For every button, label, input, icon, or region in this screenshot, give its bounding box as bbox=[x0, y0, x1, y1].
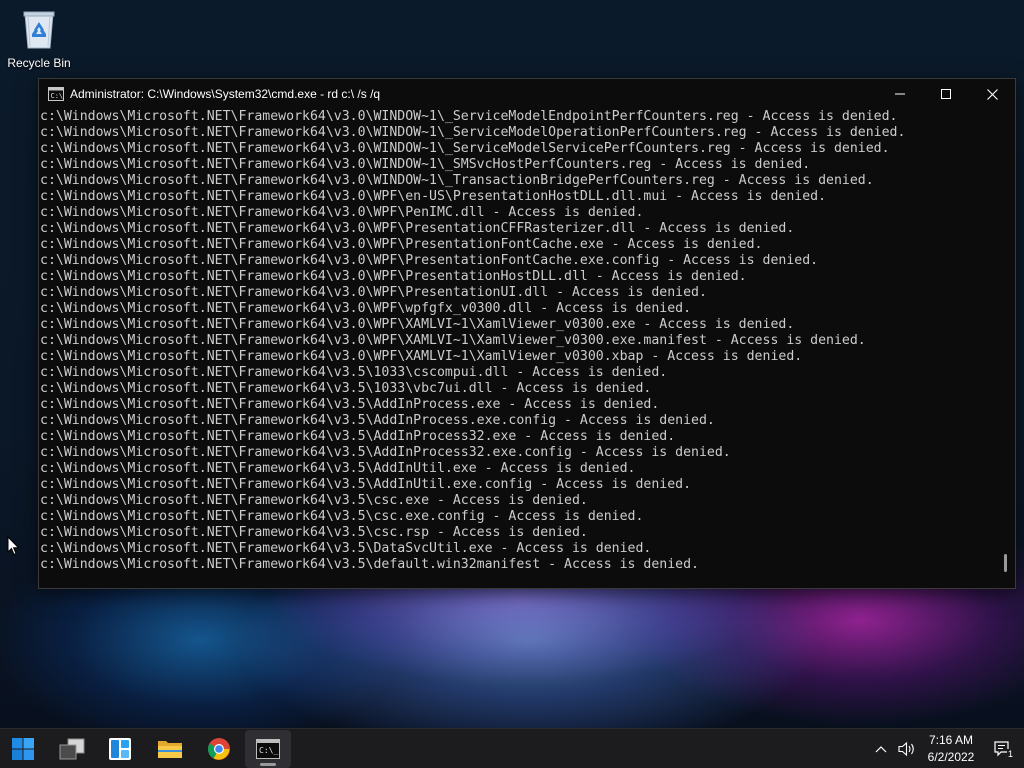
active-app-indicator bbox=[260, 763, 276, 766]
maximize-button[interactable] bbox=[923, 79, 969, 109]
console-line: c:\Windows\Microsoft.NET\Framework64\v3.… bbox=[40, 413, 715, 428]
task-view-icon bbox=[59, 738, 85, 760]
chrome-button[interactable] bbox=[196, 730, 242, 768]
window-titlebar[interactable]: C:\ Administrator: C:\Windows\System32\c… bbox=[39, 79, 1015, 109]
vertical-scrollbar[interactable] bbox=[999, 109, 1013, 588]
command-prompt-icon: C:\ bbox=[48, 87, 64, 101]
console-line: c:\Windows\Microsoft.NET\Framework64\v3.… bbox=[40, 317, 795, 332]
chevron-up-icon bbox=[875, 746, 887, 753]
cmd-window[interactable]: C:\ Administrator: C:\Windows\System32\c… bbox=[38, 78, 1016, 589]
recycle-bin-icon bbox=[23, 11, 55, 49]
console-line: c:\Windows\Microsoft.NET\Framework64\v3.… bbox=[40, 397, 660, 412]
console-line: c:\Windows\Microsoft.NET\Framework64\v3.… bbox=[40, 109, 898, 124]
console-line: c:\Windows\Microsoft.NET\Framework64\v3.… bbox=[40, 125, 906, 140]
svg-text:C:\: C:\ bbox=[51, 92, 64, 100]
console-line: c:\Windows\Microsoft.NET\Framework64\v3.… bbox=[40, 445, 731, 460]
console-line: c:\Windows\Microsoft.NET\Framework64\v3.… bbox=[40, 381, 652, 396]
console-line: c:\Windows\Microsoft.NET\Framework64\v3.… bbox=[40, 541, 652, 556]
console-line: c:\Windows\Microsoft.NET\Framework64\v3.… bbox=[40, 269, 747, 284]
mouse-cursor-icon bbox=[7, 536, 20, 556]
command-prompt-icon: C:\_ bbox=[256, 739, 280, 759]
speaker-icon bbox=[898, 741, 914, 757]
console-line: c:\Windows\Microsoft.NET\Framework64\v3.… bbox=[40, 461, 636, 476]
console-line: c:\Windows\Microsoft.NET\Framework64\v3.… bbox=[40, 157, 811, 172]
minimize-icon bbox=[895, 93, 905, 95]
volume-button[interactable] bbox=[896, 739, 918, 759]
recycle-bin-shortcut[interactable]: Recycle Bin bbox=[6, 6, 72, 76]
console-line: c:\Windows\Microsoft.NET\Framework64\v3.… bbox=[40, 557, 699, 572]
task-view-button[interactable] bbox=[49, 730, 95, 768]
window-title: Administrator: C:\Windows\System32\cmd.e… bbox=[70, 87, 381, 101]
file-explorer-button[interactable] bbox=[147, 730, 193, 768]
svg-text:C:\_: C:\_ bbox=[259, 746, 278, 755]
console-line: c:\Windows\Microsoft.NET\Framework64\v3.… bbox=[40, 173, 874, 188]
widgets-button[interactable] bbox=[97, 730, 143, 768]
clock-date: 6/2/2022 bbox=[927, 750, 975, 764]
close-icon bbox=[986, 88, 998, 100]
clock-time: 7:16 AM bbox=[928, 733, 974, 747]
console-line: c:\Windows\Microsoft.NET\Framework64\v3.… bbox=[40, 493, 588, 508]
command-prompt-taskbar-button[interactable]: C:\_ bbox=[245, 730, 291, 768]
console-line: c:\Windows\Microsoft.NET\Framework64\v3.… bbox=[40, 429, 676, 444]
console-line: c:\Windows\Microsoft.NET\Framework64\v3.… bbox=[40, 205, 644, 220]
start-icon bbox=[12, 738, 34, 760]
taskbar: C:\_ 7:16 AM 6/2/2022 1 bbox=[0, 728, 1024, 768]
console-line: c:\Windows\Microsoft.NET\Framework64\v3.… bbox=[40, 237, 763, 252]
console-line: c:\Windows\Microsoft.NET\Framework64\v3.… bbox=[40, 477, 692, 492]
console-line: c:\Windows\Microsoft.NET\Framework64\v3.… bbox=[40, 349, 803, 364]
console-line: c:\Windows\Microsoft.NET\Framework64\v3.… bbox=[40, 301, 692, 316]
chrome-icon bbox=[208, 738, 230, 760]
start-button[interactable] bbox=[0, 730, 46, 768]
console-line: c:\Windows\Microsoft.NET\Framework64\v3.… bbox=[40, 221, 795, 236]
widgets-icon bbox=[109, 738, 131, 760]
system-clock[interactable]: 7:16 AM 6/2/2022 bbox=[918, 732, 984, 766]
console-line: c:\Windows\Microsoft.NET\Framework64\v3.… bbox=[40, 141, 890, 156]
console-line: c:\Windows\Microsoft.NET\Framework64\v3.… bbox=[40, 189, 827, 204]
file-explorer-icon bbox=[158, 741, 182, 758]
notification-button[interactable]: 1 bbox=[990, 737, 1016, 761]
console-line: c:\Windows\Microsoft.NET\Framework64\v3.… bbox=[40, 365, 668, 380]
close-button[interactable] bbox=[969, 79, 1015, 109]
minimize-button[interactable] bbox=[877, 79, 923, 109]
scrollbar-thumb[interactable] bbox=[1004, 554, 1007, 572]
console-output[interactable]: c:\Windows\Microsoft.NET\Framework64\v3.… bbox=[39, 109, 999, 588]
notification-count-badge: 1 bbox=[1006, 749, 1014, 759]
console-line: c:\Windows\Microsoft.NET\Framework64\v3.… bbox=[40, 525, 588, 540]
maximize-icon bbox=[941, 89, 951, 99]
console-line: c:\Windows\Microsoft.NET\Framework64\v3.… bbox=[40, 333, 866, 348]
console-line: c:\Windows\Microsoft.NET\Framework64\v3.… bbox=[40, 253, 819, 268]
show-hidden-icons-button[interactable] bbox=[872, 740, 890, 758]
console-line: c:\Windows\Microsoft.NET\Framework64\v3.… bbox=[40, 509, 644, 524]
console-line: c:\Windows\Microsoft.NET\Framework64\v3.… bbox=[40, 285, 707, 300]
recycle-bin-label: Recycle Bin bbox=[7, 56, 71, 70]
